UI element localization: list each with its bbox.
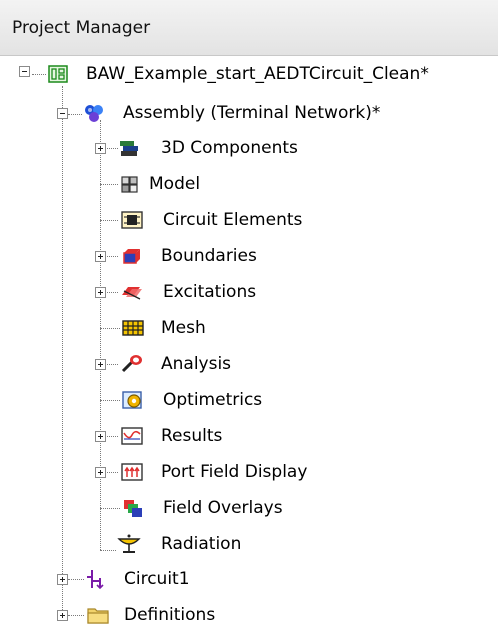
port-field-display-icon [120,461,144,483]
excitations-icon [120,281,144,303]
collapse-toggle[interactable] [19,66,30,77]
tree-guide-line [100,328,120,329]
tree-item-label[interactable]: Assembly (Terminal Network)* [123,102,380,124]
project-icon [46,63,70,85]
tree-guide-line [104,148,118,149]
tree-guide-line [104,292,118,293]
expand-toggle[interactable] [57,610,68,621]
tree-guide-line [100,508,120,509]
circuit-icon [84,568,108,590]
tree-item-label[interactable]: Results [161,425,222,447]
tree-guide-line [68,114,82,115]
analysis-icon [120,353,144,375]
tree-guide-line [104,364,118,365]
tree-item-label[interactable]: Definitions [124,604,215,626]
assembly-icon [82,102,106,124]
tree-item-label[interactable]: Model [149,173,200,195]
expand-toggle[interactable] [95,287,106,298]
tree-item-label[interactable]: Boundaries [161,245,257,267]
expand-toggle[interactable] [95,359,106,370]
model-icon [118,173,142,195]
tree-item-label[interactable]: Excitations [163,281,256,303]
tree-item-label[interactable]: Radiation [161,533,241,555]
tree-item-label[interactable]: Analysis [161,353,231,375]
tree-item-label[interactable]: Circuit1 [124,568,190,590]
expand-toggle[interactable] [57,574,68,585]
field-overlays-icon [121,497,145,519]
panel-title: Project Manager [12,18,151,38]
tree-guide-line [104,436,118,437]
expand-toggle[interactable] [95,431,106,442]
tree-guide-line [32,74,46,75]
expand-toggle[interactable] [95,143,106,154]
tree-guide-line [104,472,118,473]
tree-guide-line [104,256,118,257]
results-icon [120,425,144,447]
tree-guide-line [100,220,118,221]
tree-guide-line [68,579,84,580]
tree-item-label[interactable]: Circuit Elements [163,209,302,231]
expand-toggle[interactable] [95,251,106,262]
project-tree[interactable]: BAW_Example_start_AEDTCircuit_Clean* Ass… [0,56,498,631]
tree-guide-line [100,184,118,185]
radiation-icon [117,533,141,555]
tree-guide-line [68,615,84,616]
folder-icon [86,604,110,626]
optimetrics-icon [121,389,145,411]
project-manager-header: Project Manager [0,0,498,56]
tree-item-label[interactable]: Mesh [161,317,206,339]
collapse-toggle[interactable] [57,108,68,119]
tree-guide-line [100,400,120,401]
tree-item-label[interactable]: Port Field Display [161,461,307,483]
tree-item-label[interactable]: Field Overlays [163,497,283,519]
3d-components-icon [118,137,142,159]
tree-item-label[interactable]: 3D Components [161,137,298,159]
tree-guide-line [100,550,116,551]
boundaries-icon [120,245,144,267]
tree-item-label[interactable]: Optimetrics [163,389,262,411]
expand-toggle[interactable] [95,467,106,478]
circuit-elements-icon [120,209,144,231]
mesh-icon [121,317,145,339]
tree-guide-line [62,86,63,616]
tree-item-label[interactable]: BAW_Example_start_AEDTCircuit_Clean* [86,63,429,85]
